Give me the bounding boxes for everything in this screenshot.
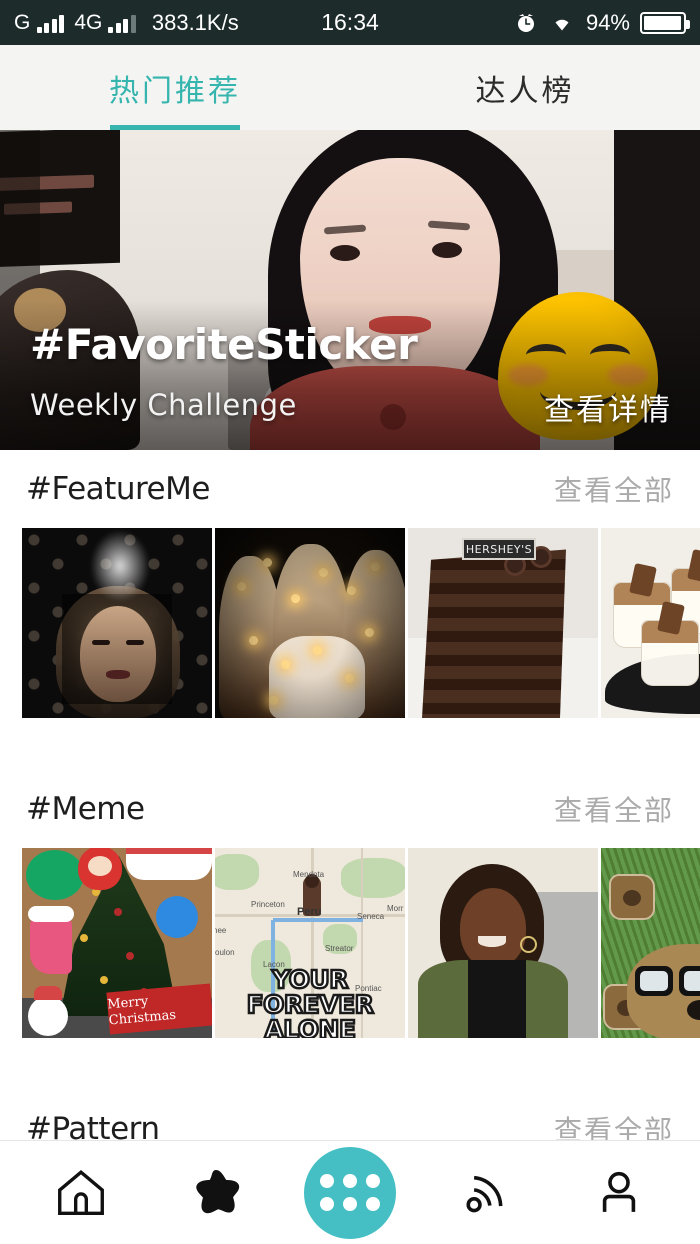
- thumb-map-forever-alone-meme[interactable]: Mendota Princeton Peru Seneca Morr Strea…: [215, 848, 405, 1038]
- grid-apps-icon: [319, 1174, 380, 1211]
- bottom-navigation-bar: [0, 1140, 700, 1244]
- merry-christmas-sticker: Merry Christmas: [106, 983, 212, 1035]
- signal-bars-icon: [36, 12, 65, 33]
- section-divider-gap: [0, 718, 700, 770]
- section-meme: #Meme 查看全部 Merry Christmas Mendota Princ…: [0, 770, 700, 1038]
- tab-top-creators[interactable]: 达人榜: [350, 45, 700, 130]
- section-header: #Pattern 查看全部: [0, 1090, 700, 1140]
- section-header: #FeatureMe 查看全部: [0, 450, 700, 528]
- tab-hot-recommend[interactable]: 热门推荐: [0, 45, 350, 130]
- nav-favorites[interactable]: [161, 1149, 271, 1237]
- section-title: #Meme: [26, 791, 145, 827]
- top-tab-bar: 热门推荐 达人榜: [0, 45, 700, 130]
- featured-challenge-banner[interactable]: #FavoriteSticker Weekly Challenge 查看详情: [0, 130, 700, 450]
- thumb-fairy-lights-girls[interactable]: [215, 528, 405, 718]
- thumbnail-row[interactable]: HERSHEY'S: [0, 528, 700, 718]
- thumb-tiramisu-cups[interactable]: [601, 528, 700, 718]
- status-bar-left: G 4G 383.1K/s: [14, 10, 239, 36]
- network-speed-label: 383.1K/s: [151, 9, 239, 35]
- status-bar-right: 94%: [514, 9, 690, 36]
- section-divider-gap-2: [0, 1038, 700, 1090]
- banner-title: #FavoriteSticker: [30, 320, 418, 369]
- grid-apps-button[interactable]: [303, 1146, 396, 1239]
- feed-scroll-area[interactable]: #FavoriteSticker Weekly Challenge 查看详情 #…: [0, 130, 700, 1140]
- thumb-chocolate-cake[interactable]: HERSHEY'S: [408, 528, 598, 718]
- section-title: #Pattern: [26, 1111, 160, 1140]
- see-all-link[interactable]: 查看全部: [554, 1109, 674, 1140]
- home-icon: [58, 1169, 105, 1215]
- section-title: #FeatureMe: [26, 471, 210, 507]
- thumbnail-row[interactable]: Merry Christmas Mendota Princeton Peru S…: [0, 848, 700, 1038]
- app-screen: G 4G 383.1K/s 16:34 94% 热门推荐 达人榜 #Favori…: [0, 0, 700, 1244]
- tab-top-creators-label: 达人榜: [475, 74, 575, 108]
- thumb-christmas-tree-meme[interactable]: Merry Christmas: [22, 848, 212, 1038]
- thumb-smoke-portrait[interactable]: [22, 528, 212, 718]
- battery-percent-label: 94%: [585, 9, 630, 35]
- signal-bars-icon-2: [108, 12, 136, 33]
- nav-home[interactable]: [26, 1149, 136, 1237]
- hersheys-label: HERSHEY'S: [462, 538, 536, 560]
- thumb-selfie-woman[interactable]: [408, 848, 598, 1038]
- nav-create-apps[interactable]: [295, 1146, 405, 1239]
- thumb-dog-goggles-meme[interactable]: DE E NA LA: [601, 848, 700, 1038]
- nav-profile[interactable]: [564, 1149, 674, 1237]
- banner-subtitle: Weekly Challenge: [30, 388, 297, 422]
- battery-icon: [640, 11, 690, 34]
- network-type-2-label: 4G: [74, 10, 103, 34]
- banner-view-details-link[interactable]: 查看详情: [544, 385, 672, 429]
- network-type-label: G: [14, 10, 31, 34]
- section-feature-me: #FeatureMe 查看全部 HERSHEY'S: [0, 450, 700, 718]
- status-bar: G 4G 383.1K/s 16:34 94%: [0, 0, 700, 45]
- nav-broadcast[interactable]: [429, 1149, 539, 1237]
- see-all-link[interactable]: 查看全部: [554, 789, 674, 829]
- profile-person-icon: [602, 1171, 635, 1212]
- star-icon: [195, 1169, 239, 1213]
- broadcast-icon: [466, 1175, 503, 1212]
- tab-hot-recommend-label: 热门推荐: [109, 74, 241, 108]
- section-pattern: #Pattern 查看全部: [0, 1090, 700, 1140]
- wifi-icon: [555, 19, 569, 30]
- see-all-link[interactable]: 查看全部: [554, 469, 674, 509]
- alarm-clock-icon: [517, 13, 534, 32]
- meme-overlay-text: YOUR FOREVER ALONE: [245, 965, 375, 1038]
- section-header: #Meme 查看全部: [0, 770, 700, 848]
